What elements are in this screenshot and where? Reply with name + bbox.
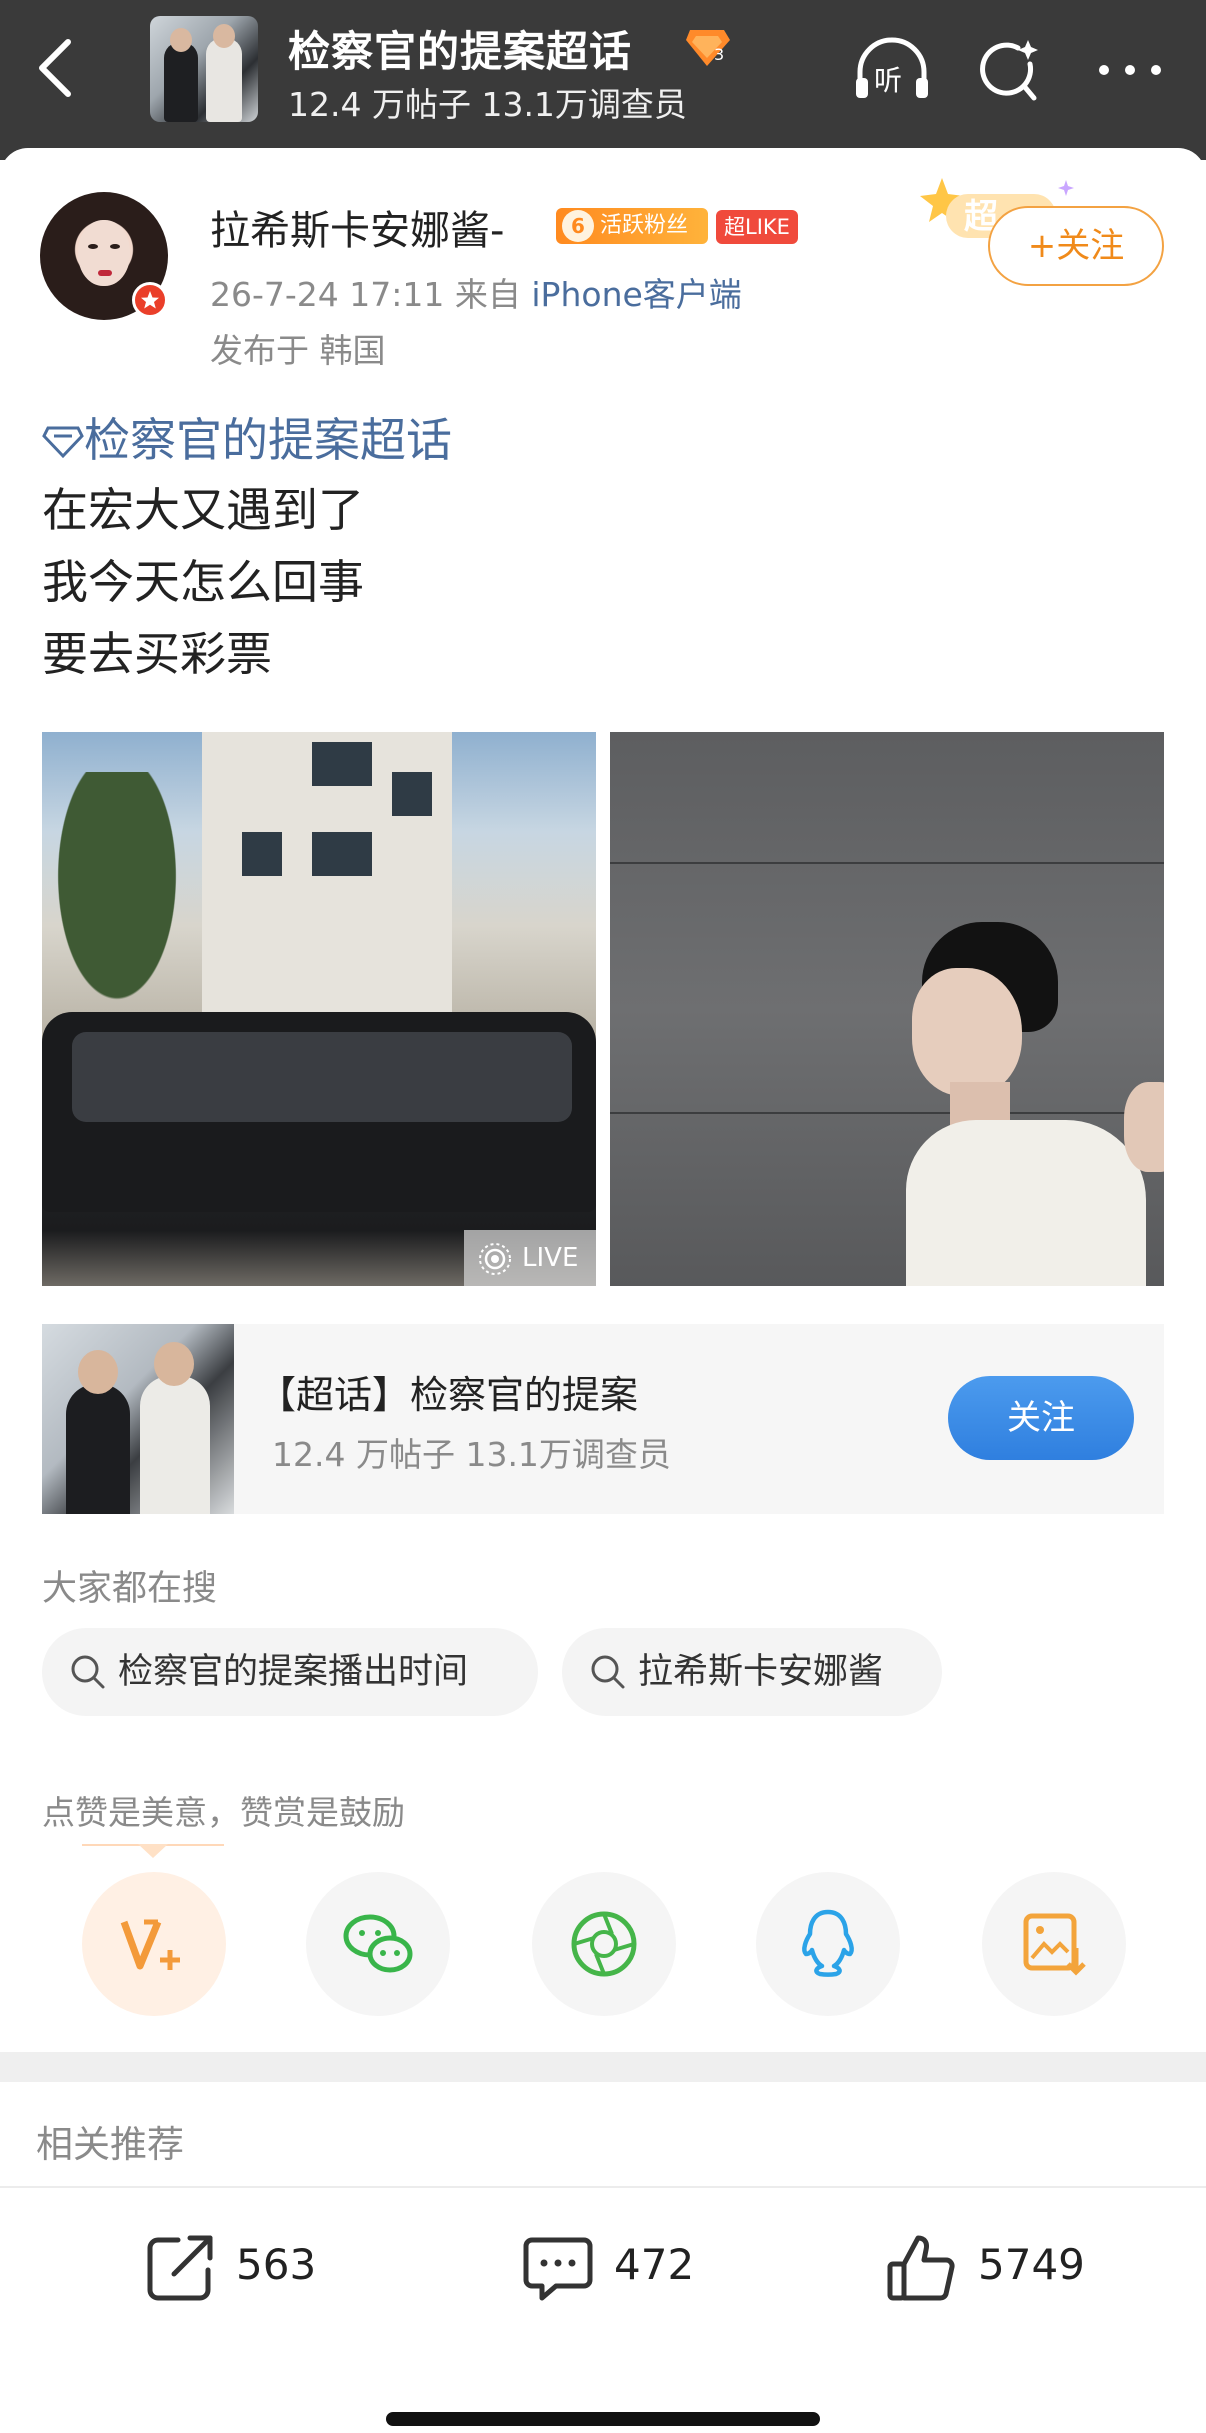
fan-level: 6 (562, 210, 594, 242)
live-photo-icon (479, 1243, 511, 1275)
super-topic-card-stats: 12.4 万帖子 13.1万调查员 (272, 1435, 671, 1474)
post-photo-street[interactable] (42, 732, 596, 1286)
save-image-button[interactable] (982, 1872, 1126, 2016)
reward-button[interactable] (82, 1872, 226, 2016)
search-icon (71, 1655, 105, 1689)
back-arrow-icon (39, 39, 71, 97)
refresh-button[interactable] (968, 34, 1052, 106)
post-location: 发布于 韩国 (210, 331, 386, 370)
search-icon (591, 1655, 625, 1689)
comment-button[interactable]: 472 (516, 2226, 746, 2310)
repost-button[interactable]: 563 (138, 2226, 368, 2310)
refresh-sparkle-icon (980, 40, 1038, 101)
headphones-icon: 听 (856, 37, 928, 98)
verified-badge (132, 282, 168, 318)
share-qq-button[interactable] (756, 1872, 900, 2016)
section-divider (0, 2052, 1206, 2082)
like-badge: 超LIKE (716, 210, 798, 244)
comment-count: 472 (614, 2240, 695, 2289)
page-title: 检察官的提案超话 (288, 27, 633, 76)
post-timestamp: 26-7-24 17:11 (210, 275, 445, 314)
comment-icon (523, 2237, 593, 2301)
related-recommendations-title: 相关推荐 (36, 2123, 184, 2166)
username[interactable]: 拉希斯卡安娜酱- (210, 198, 504, 256)
diamond-level-icon: 3 (686, 30, 730, 66)
follow-user-button[interactable]: +关注 (988, 206, 1164, 286)
moments-icon (571, 1911, 637, 1977)
topic-thumbnail[interactable] (150, 16, 258, 122)
thumbs-up-icon (887, 2235, 955, 2301)
post-meta: 26-7-24 17:11 来自 iPhone客户端 (210, 268, 742, 316)
back-button[interactable] (28, 32, 84, 104)
follow-topic-button[interactable]: 关注 (948, 1376, 1134, 1460)
super-topic-card-thumbnail (42, 1324, 234, 1514)
like-count: 5749 (978, 2240, 1085, 2289)
search-suggestion-chip[interactable]: 检察官的提案播出时间 (42, 1628, 538, 1716)
share-moments-button[interactable] (532, 1872, 676, 2016)
topic-tag-link[interactable]: 检察官的提案超话 (42, 404, 452, 470)
post-text-line: 要去买彩票 (42, 627, 272, 681)
home-indicator (386, 2412, 820, 2426)
wechat-icon (343, 1914, 413, 1973)
live-label: LIVE (522, 1243, 579, 1273)
share-wechat-button[interactable] (306, 1872, 450, 2016)
search-suggestion-chip[interactable]: 拉希斯卡安娜酱 (562, 1628, 942, 1716)
page-subtitle: 12.4 万帖子 13.1万调查员 (288, 85, 687, 124)
bottom-bar-divider (0, 2186, 1206, 2188)
repost-icon (147, 2235, 213, 2301)
live-photo-badge: LIVE (464, 1230, 596, 1286)
post-text-line: 我今天怎么回事 (42, 555, 364, 609)
reward-tip: 点赞是美意，赞赏是鼓励 (42, 1793, 405, 1832)
save-image-icon (1023, 1913, 1086, 1976)
topic-tag-text: 检察官的提案超话 (84, 413, 452, 467)
post-text-line: 在宏大又遇到了 (42, 483, 364, 537)
fan-badge: 6 活跃粉丝 (556, 208, 708, 244)
qq-icon (802, 1909, 854, 1977)
post-source-prefix: 来自 (454, 275, 521, 314)
star-icon (141, 291, 159, 309)
tip-caret (138, 1844, 168, 1858)
trending-searches-title: 大家都在搜 (42, 1569, 218, 1609)
post-photo-person[interactable] (610, 732, 1164, 1286)
search-suggestion-text: 拉希斯卡安娜酱 (638, 1652, 884, 1692)
listen-label: 听 (874, 64, 902, 97)
search-suggestion-text: 检察官的提案播出时间 (118, 1652, 469, 1692)
more-options-button[interactable] (1090, 34, 1174, 106)
reward-icon (120, 1919, 180, 1970)
more-dots-icon (1099, 65, 1161, 75)
super-topic-icon (42, 426, 84, 459)
fan-badge-label: 活跃粉丝 (600, 213, 689, 238)
repost-count: 563 (236, 2240, 317, 2289)
super-topic-card-title: 【超话】检察官的提案 (258, 1373, 639, 1417)
topic-level-badge: 3 (684, 26, 732, 68)
listen-button[interactable]: 听 (850, 34, 934, 106)
like-button[interactable]: 5749 (880, 2226, 1140, 2310)
level-number: 3 (714, 45, 724, 64)
post-source-client[interactable]: iPhone客户端 (531, 275, 741, 314)
